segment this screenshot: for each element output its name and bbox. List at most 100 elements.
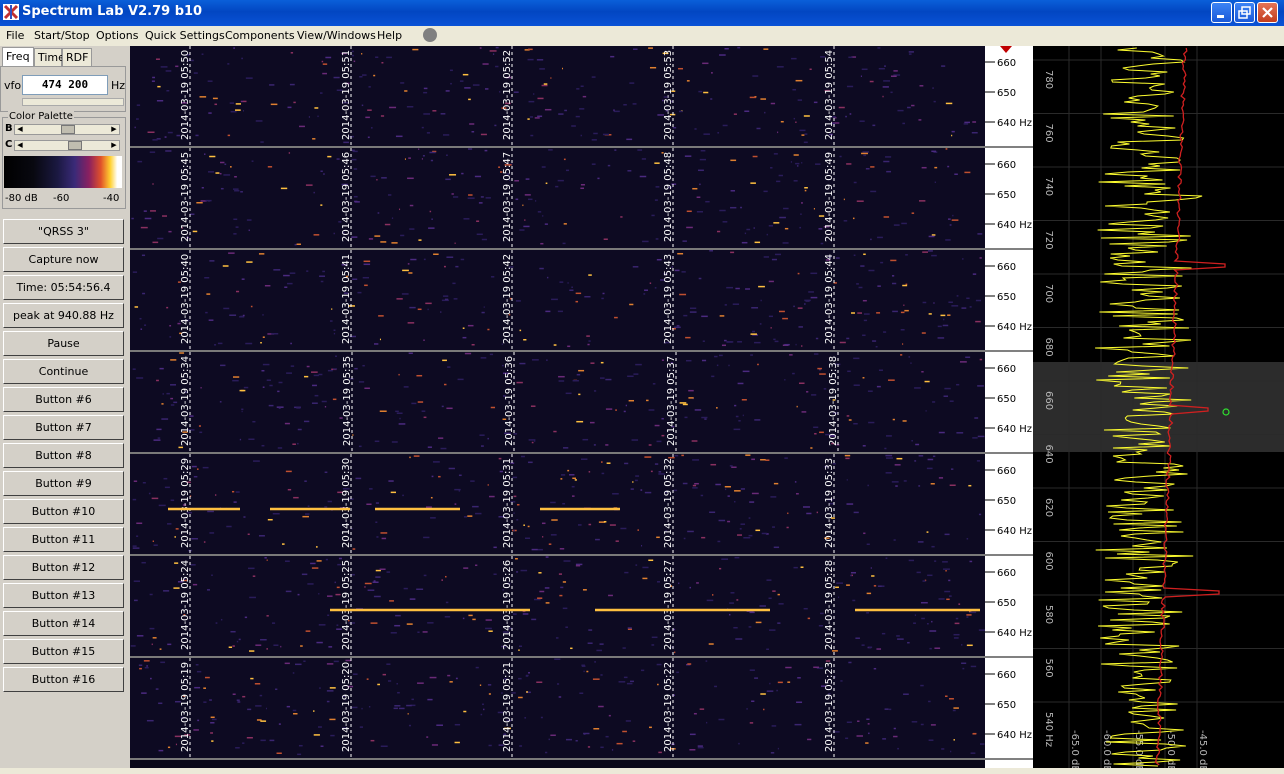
timestamp-label: 2014-03-19 05:24 bbox=[180, 560, 191, 650]
macro-button-5[interactable]: Pause bbox=[3, 331, 124, 356]
spectrum-graph[interactable]: 780 760 740 720 700 680 660 640 620 600 580 560 540 … bbox=[1033, 46, 1284, 770]
macro-button-14[interactable]: Button #13 bbox=[3, 583, 124, 608]
spectrum-db-label: -60.0 dB bbox=[1101, 730, 1112, 770]
color-palette-bar bbox=[4, 156, 122, 188]
timestamp-label: 2014-03-19 05:43 bbox=[663, 254, 674, 344]
spectrum-freq-label: 620 bbox=[1043, 498, 1054, 517]
macro-button-16[interactable]: Button #15 bbox=[3, 639, 124, 664]
vfo-scrollbar[interactable] bbox=[22, 98, 124, 106]
menu-options[interactable]: Options bbox=[96, 29, 138, 42]
status-bar bbox=[0, 768, 1284, 774]
control-panel: Freq Time RDF vfo Hz 474 200 Color Palet… bbox=[0, 46, 130, 774]
menu-start-stop[interactable]: Start/Stop bbox=[34, 29, 90, 42]
waterfall-strip: 2014-03-19 05:34 2014-03-19 05:35 2014-03-… bbox=[130, 352, 985, 454]
freq-tick-label: 650 bbox=[997, 598, 1016, 609]
freq-tick-label: 640 Hz bbox=[997, 628, 1032, 639]
timestamp-label: 2014-03-19 05:27 bbox=[663, 560, 674, 650]
strip-divider bbox=[130, 146, 985, 148]
spectrum-freq-label: 660 bbox=[1043, 391, 1054, 410]
spectrum-db-label: -55.0 dB bbox=[1133, 730, 1144, 770]
spectrum-db-label: -50.0 dB bbox=[1165, 730, 1176, 770]
palette-min-label: -80 dB bbox=[5, 193, 38, 204]
freq-tick-label: 650 bbox=[997, 496, 1016, 507]
freq-tick-label: 650 bbox=[997, 394, 1016, 405]
scroll-right-icon[interactable]: ▶ bbox=[109, 125, 119, 134]
timestamp-label: 2014-03-19 05:44 bbox=[824, 254, 835, 344]
timestamp-label: 2014-03-19 05:45 bbox=[180, 152, 191, 242]
macro-button-17[interactable]: Button #16 bbox=[3, 667, 124, 692]
spectrum-db-label: -65.0 dB bbox=[1069, 730, 1080, 770]
freq-tick-label: 640 Hz bbox=[997, 424, 1032, 435]
timestamp-label: 2014-03-19 05:41 bbox=[341, 254, 352, 344]
spectrum-freq-label: 680 bbox=[1043, 338, 1054, 357]
timestamp-label: 2014-03-19 05:23 bbox=[824, 662, 835, 752]
freq-tick-label: 650 bbox=[997, 700, 1016, 711]
strip-divider bbox=[130, 248, 985, 250]
timestamp-label: 2014-03-19 05:42 bbox=[502, 254, 513, 344]
macro-button-2[interactable]: Capture now bbox=[3, 247, 124, 272]
contrast-label: C bbox=[5, 139, 13, 150]
macro-button-12[interactable]: Button #11 bbox=[3, 527, 124, 552]
timestamp-label: 2014-03-19 05:20 bbox=[341, 662, 352, 752]
timestamp-label: 2014-03-19 05:30 bbox=[341, 458, 352, 548]
macro-button-4[interactable]: peak at 940.88 Hz bbox=[3, 303, 124, 328]
minimize-icon bbox=[1217, 15, 1224, 18]
scroll-right-icon[interactable]: ▶ bbox=[109, 141, 119, 150]
tab-time[interactable]: Time bbox=[34, 48, 65, 66]
freq-tick-label: 660 bbox=[997, 364, 1016, 375]
timestamp-label: 2014-03-19 05:28 bbox=[824, 560, 835, 650]
minimize-button[interactable] bbox=[1211, 2, 1232, 23]
macro-button-6[interactable]: Continue bbox=[3, 359, 124, 384]
macro-button-8[interactable]: Button #7 bbox=[3, 415, 124, 440]
brightness-label: B bbox=[5, 123, 13, 134]
menu-help[interactable]: Help bbox=[377, 29, 402, 42]
macro-button-10[interactable]: Button #9 bbox=[3, 471, 124, 496]
waterfall-strip: 2014-03-19 05:50 2014-03-19 05:51 2014-03-… bbox=[130, 46, 985, 148]
macro-button-7[interactable]: Button #6 bbox=[3, 387, 124, 412]
timestamp-label: 2014-03-19 05:50 bbox=[180, 50, 191, 140]
macro-button-3[interactable]: Time: 05:54:56.4 bbox=[3, 275, 124, 300]
menu-file[interactable]: File bbox=[6, 29, 24, 42]
macro-button-1[interactable]: "QRSS 3" bbox=[3, 219, 124, 244]
close-button[interactable] bbox=[1257, 2, 1278, 23]
maximize-button[interactable] bbox=[1234, 2, 1255, 23]
menu-bar: File Start/Stop Options Quick Settings C… bbox=[0, 26, 1284, 46]
freq-tick-label: 640 Hz bbox=[997, 322, 1032, 333]
macro-button-11[interactable]: Button #10 bbox=[3, 499, 124, 524]
tab-rdf[interactable]: RDF bbox=[62, 48, 92, 66]
freq-tick-label: 640 Hz bbox=[997, 118, 1032, 129]
strip-divider bbox=[130, 554, 985, 556]
selection-band[interactable] bbox=[1033, 362, 1284, 452]
waterfall-display[interactable]: 2014-03-19 05:50 2014-03-19 05:51 2014-03-… bbox=[130, 46, 985, 770]
macro-button-15[interactable]: Button #14 bbox=[3, 611, 124, 636]
contrast-slider[interactable]: ◀ ▶ bbox=[14, 140, 120, 151]
vfo-frequency-input[interactable]: 474 200 bbox=[22, 75, 108, 95]
menu-quick-settings[interactable]: Quick Settings bbox=[145, 29, 225, 42]
timestamp-label: 2014-03-19 05:37 bbox=[666, 356, 677, 446]
scroll-left-icon[interactable]: ◀ bbox=[15, 125, 25, 134]
menu-view-windows[interactable]: View/Windows bbox=[297, 29, 376, 42]
timestamp-label: 2014-03-19 05:32 bbox=[663, 458, 674, 548]
freq-tick-label: 650 bbox=[997, 190, 1016, 201]
menu-components[interactable]: Components bbox=[225, 29, 295, 42]
freq-tick-label: 650 bbox=[997, 292, 1016, 303]
freq-tick-label: 660 bbox=[997, 160, 1016, 171]
brightness-slider[interactable]: ◀ ▶ bbox=[14, 124, 120, 135]
timestamp-label: 2014-03-19 05:33 bbox=[824, 458, 835, 548]
brightness-thumb[interactable] bbox=[61, 125, 75, 134]
tab-freq[interactable]: Freq bbox=[2, 47, 34, 67]
waterfall-strip: 2014-03-19 05:24 2014-03-19 05:25 2014-03-… bbox=[130, 556, 985, 658]
vfo-label: vfo bbox=[4, 79, 22, 92]
waterfall-frequency-axis: 660 650 640 Hz 660 650 640 Hz 660 650 640 Hz 660 6… bbox=[985, 46, 1033, 770]
scroll-left-icon[interactable]: ◀ bbox=[15, 141, 25, 150]
contrast-thumb[interactable] bbox=[68, 141, 83, 150]
macro-button-13[interactable]: Button #12 bbox=[3, 555, 124, 580]
frequency-marker-icon[interactable] bbox=[1000, 46, 1012, 53]
waterfall-strip: 2014-03-19 05:29 2014-03-19 05:30 2014-03-… bbox=[130, 454, 985, 556]
palette-max-label: -40 bbox=[103, 193, 120, 204]
spectrum-freq-label: 640 bbox=[1043, 445, 1054, 464]
timestamp-label: 2014-03-19 05:36 bbox=[504, 356, 515, 446]
freq-tick-label: 660 bbox=[997, 568, 1016, 579]
macro-button-9[interactable]: Button #8 bbox=[3, 443, 124, 468]
spectrum-db-label: -45.0 dB bbox=[1197, 730, 1208, 770]
